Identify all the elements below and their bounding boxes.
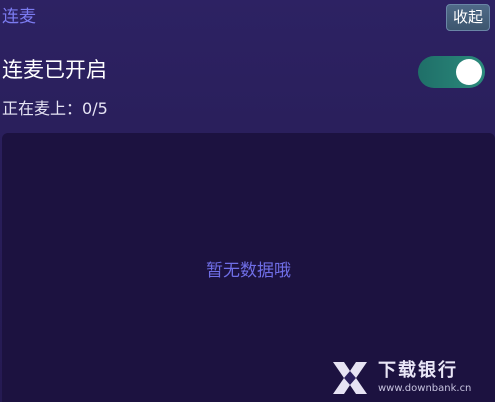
- watermark-title: 下载银行: [378, 360, 458, 381]
- on-mic-count-label: 正在麦上：: [2, 99, 83, 118]
- on-mic-count-value: 0/5: [82, 99, 108, 118]
- linkmic-panel: 连麦 收起 连麦已开启 正在麦上：0/5 暂无数据哦 下载银行 www.down…: [0, 0, 495, 402]
- watermark: 下载银行 www.downbank.cn: [330, 358, 490, 400]
- toggle-knob: [456, 59, 482, 85]
- collapse-button[interactable]: 收起: [445, 4, 490, 31]
- linkmic-status-label: 连麦已开启: [2, 58, 107, 82]
- empty-state-text: 暂无数据哦: [206, 261, 291, 281]
- watermark-logo-icon: [333, 362, 367, 394]
- panel-title: 连麦: [2, 7, 36, 27]
- watermark-url: www.downbank.cn: [378, 383, 472, 394]
- linkmic-toggle[interactable]: [418, 56, 485, 88]
- panel-header: 连麦 收起: [0, 0, 495, 36]
- on-mic-count: 正在麦上：0/5: [2, 98, 108, 120]
